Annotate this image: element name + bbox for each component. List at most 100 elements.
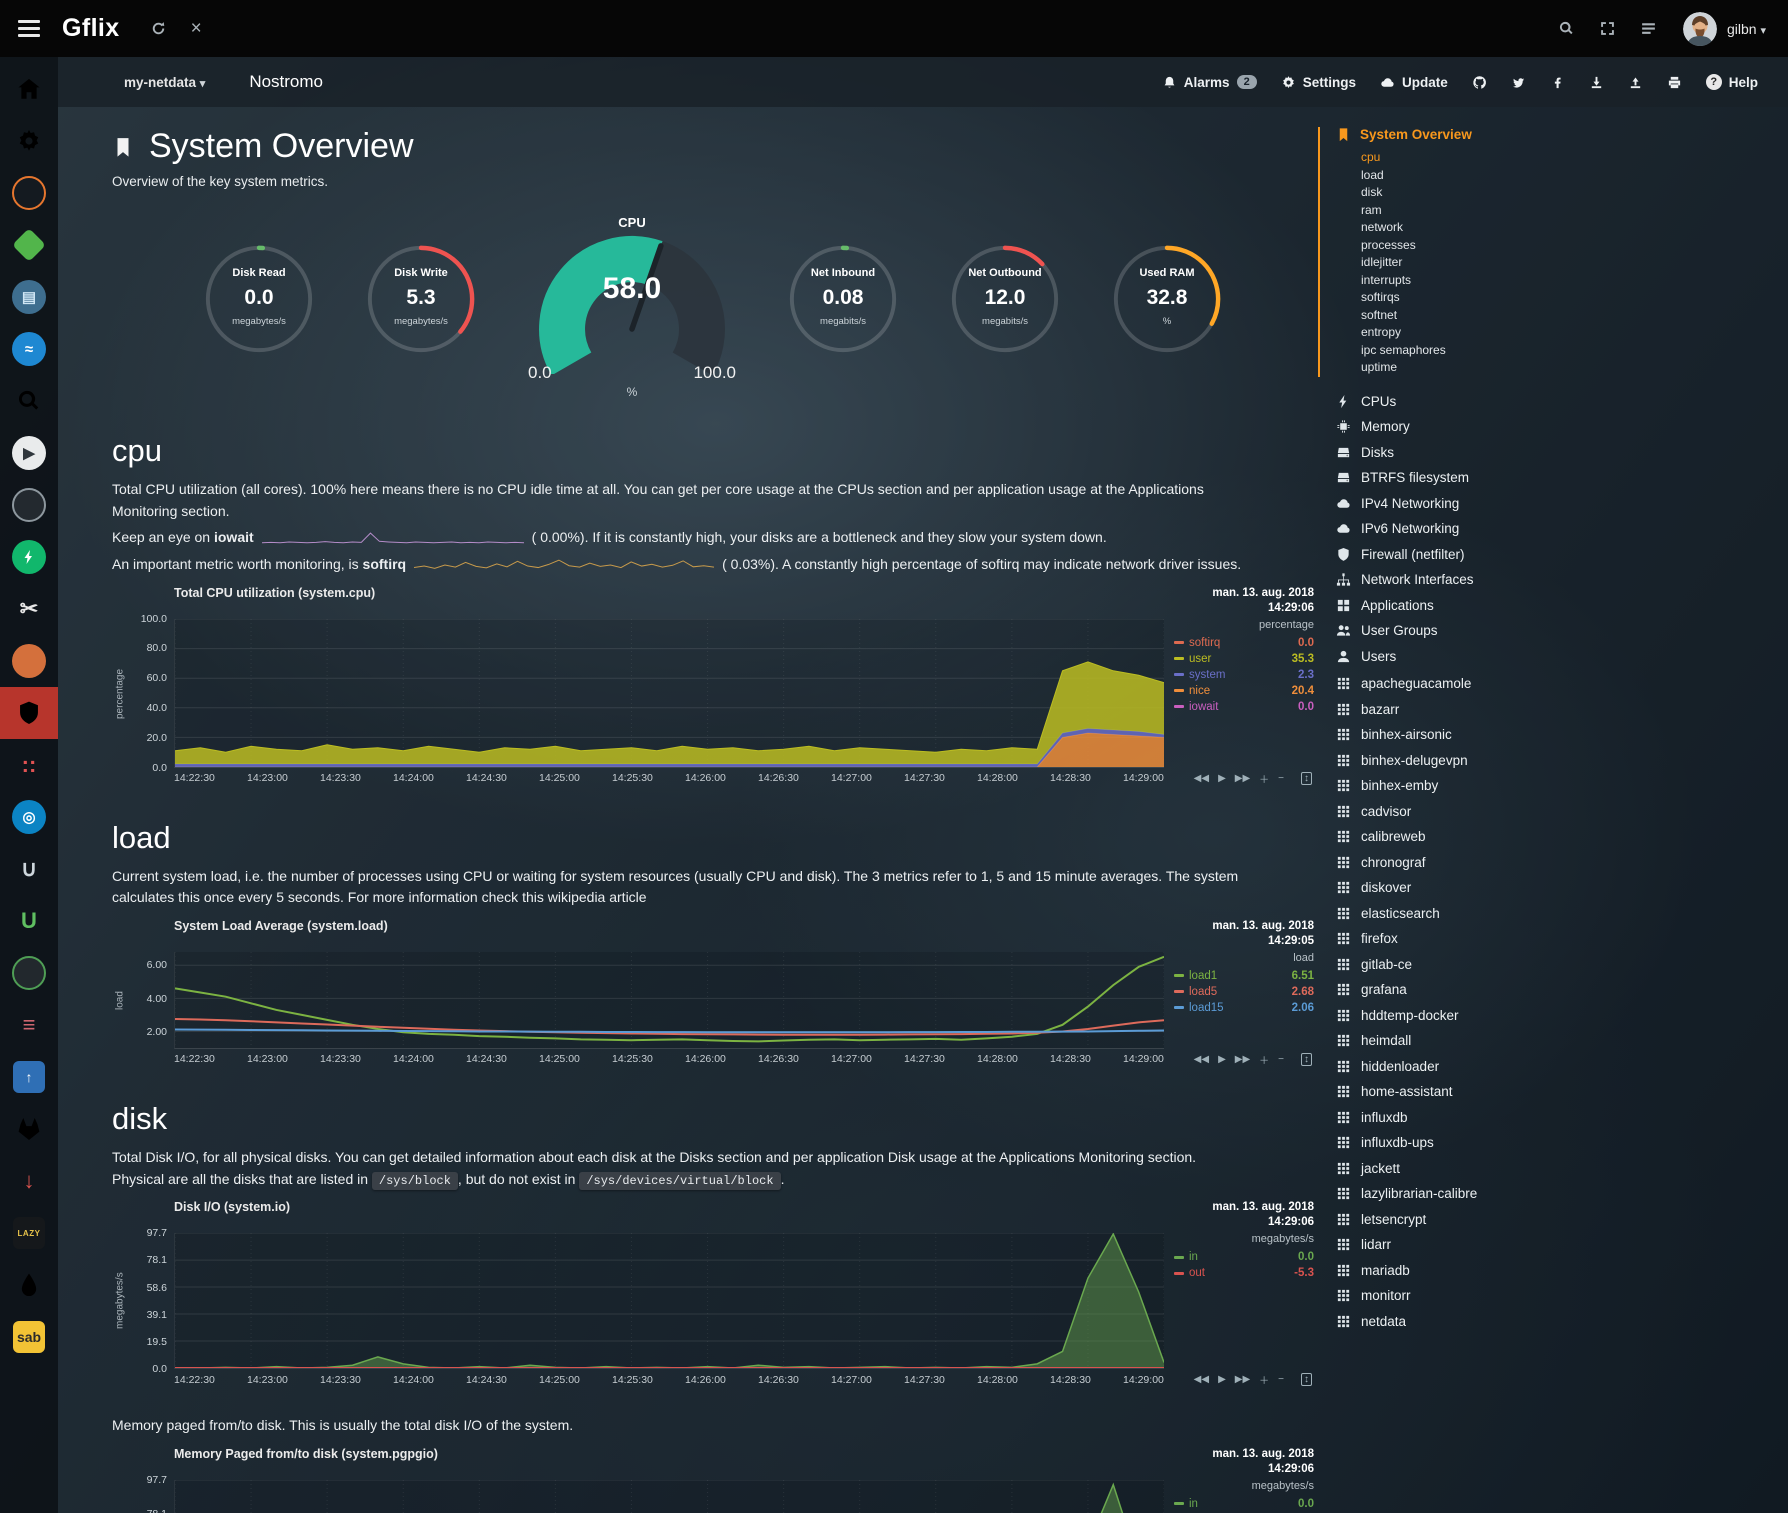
print-icon[interactable] — [1667, 75, 1682, 90]
nav-app-letsencrypt[interactable]: letsencrypt — [1336, 1207, 1588, 1233]
chart-pan-left-button[interactable]: ◀◀ — [1194, 1374, 1209, 1385]
nav-app-binhex-delugevpn[interactable]: binhex-delugevpn — [1336, 748, 1588, 774]
nav-section-memory[interactable]: Memory — [1336, 414, 1588, 440]
nav-sub-softirqs[interactable]: softirqs — [1361, 289, 1588, 307]
nav-section-ipv6-networking[interactable]: IPv6 Networking — [1336, 516, 1588, 542]
nav-sub-uptime[interactable]: uptime — [1361, 359, 1588, 377]
chart-resize-handle[interactable]: ↕ — [1301, 1053, 1312, 1066]
user-menu[interactable]: gilbn ▾ — [1727, 21, 1766, 37]
sidebar-app-docker[interactable]: ▤ — [0, 271, 58, 323]
nav-sub-entropy[interactable]: entropy — [1361, 324, 1588, 342]
nav-app-jackett[interactable]: jackett — [1336, 1156, 1588, 1182]
chart-play-button[interactable]: ▶ — [1218, 1054, 1226, 1065]
nav-app-mariadb[interactable]: mariadb — [1336, 1258, 1588, 1284]
chart-play-button[interactable]: ▶ — [1218, 773, 1226, 784]
nav-app-influxdb[interactable]: influxdb — [1336, 1105, 1588, 1131]
sidebar-app-app-download[interactable]: ↓ — [0, 1155, 58, 1207]
chart-pan-left-button[interactable]: ◀◀ — [1194, 1054, 1209, 1065]
chart-zoom-out-button[interactable]: − — [1278, 1374, 1284, 1385]
nav-app-firefox[interactable]: firefox — [1336, 926, 1588, 952]
sidebar-app-app-dark-ring[interactable] — [0, 479, 58, 531]
chart-plot-area[interactable] — [174, 952, 1164, 1049]
nav-app-heimdall[interactable]: heimdall — [1336, 1028, 1588, 1054]
chart-pan-right-button[interactable]: ▶▶ — [1235, 1054, 1250, 1065]
nav-sub-interrupts[interactable]: interrupts — [1361, 272, 1588, 290]
sidebar-app-sabnzbd[interactable]: sab — [0, 1311, 58, 1363]
chart-play-button[interactable]: ▶ — [1218, 1374, 1226, 1385]
sidebar-app-app-green-bolt[interactable] — [0, 531, 58, 583]
sidebar-app-settings[interactable] — [0, 115, 58, 167]
nav-app-grafana[interactable]: grafana — [1336, 977, 1588, 1003]
sidebar-app-app-dots[interactable]: :: — [0, 739, 58, 791]
tabs-icon[interactable] — [1640, 19, 1657, 38]
nav-sub-processes[interactable]: processes — [1361, 237, 1588, 255]
legend-item-out[interactable]: out -5.3 — [1174, 1265, 1314, 1281]
facebook-icon[interactable] — [1550, 75, 1565, 90]
chart-pan-right-button[interactable]: ▶▶ — [1235, 773, 1250, 784]
nav-sub-idlejitter[interactable]: idlejitter — [1361, 254, 1588, 272]
sidebar-app-app-lines[interactable]: ≡ — [0, 999, 58, 1051]
nav-section-applications[interactable]: Applications — [1336, 593, 1588, 619]
nav-section-cpus[interactable]: CPUs — [1336, 389, 1588, 415]
nav-app-lidarr[interactable]: lidarr — [1336, 1232, 1588, 1258]
menu-icon[interactable] — [18, 16, 40, 41]
nav-sub-softnet[interactable]: softnet — [1361, 307, 1588, 325]
nav-app-elasticsearch[interactable]: elasticsearch — [1336, 901, 1588, 927]
nav-app-calibreweb[interactable]: calibreweb — [1336, 824, 1588, 850]
sidebar-app-app-green-ring[interactable] — [0, 947, 58, 999]
sidebar-app-gitea[interactable] — [0, 635, 58, 687]
twitter-icon[interactable] — [1511, 75, 1526, 90]
fullscreen-icon[interactable] — [1599, 19, 1616, 38]
update-button[interactable]: Update — [1380, 75, 1448, 90]
sidebar-app-nextcloud[interactable]: ◎ — [0, 791, 58, 843]
sidebar-app-tautulli[interactable] — [0, 167, 58, 219]
nav-app-binhex-airsonic[interactable]: binhex-airsonic — [1336, 722, 1588, 748]
nav-section-btrfs-filesystem[interactable]: BTRFS filesystem — [1336, 465, 1588, 491]
nav-section-disks[interactable]: Disks — [1336, 440, 1588, 466]
import-icon[interactable] — [1589, 75, 1604, 90]
sidebar-app-emby[interactable] — [0, 219, 58, 271]
nav-section-ipv4-networking[interactable]: IPv4 Networking — [1336, 491, 1588, 517]
sidebar-app-gitlab[interactable] — [0, 1103, 58, 1155]
nav-app-diskover[interactable]: diskover — [1336, 875, 1588, 901]
legend-item-nice[interactable]: nice 20.4 — [1174, 683, 1314, 699]
legend-item-softirq[interactable]: softirq 0.0 — [1174, 635, 1314, 651]
chart-pan-left-button[interactable]: ◀◀ — [1194, 773, 1209, 784]
nav-app-chronograf[interactable]: chronograf — [1336, 850, 1588, 876]
sidebar-app-airsonic[interactable]: ≈ — [0, 323, 58, 375]
nav-app-apacheguacamole[interactable]: apacheguacamole — [1336, 671, 1588, 697]
chart-zoom-out-button[interactable]: − — [1278, 773, 1284, 784]
settings-button[interactable]: Settings — [1281, 75, 1356, 90]
nav-app-monitorr[interactable]: monitorr — [1336, 1283, 1588, 1309]
nav-app-binhex-emby[interactable]: binhex-emby — [1336, 773, 1588, 799]
chart-zoom-in-button[interactable]: ＋ — [1259, 1372, 1269, 1387]
nav-section-network-interfaces[interactable]: Network Interfaces — [1336, 567, 1588, 593]
sidebar-app-app-horseshoe[interactable]: ∪ — [0, 843, 58, 895]
sidebar-app-app-upload-tile[interactable]: ↑ — [0, 1051, 58, 1103]
nav-sub-ipc-semaphores[interactable]: ipc semaphores — [1361, 342, 1588, 360]
legend-item-iowait[interactable]: iowait 0.0 — [1174, 699, 1314, 715]
nav-app-gitlab-ce[interactable]: gitlab-ce — [1336, 952, 1588, 978]
legend-item-system[interactable]: system 2.3 — [1174, 667, 1314, 683]
nav-section-users[interactable]: Users — [1336, 644, 1588, 670]
legend-item-in[interactable]: in 0.0 — [1174, 1249, 1314, 1265]
sidebar-app-lazylibrarian[interactable]: LAZY — [0, 1207, 58, 1259]
chart-pan-right-button[interactable]: ▶▶ — [1235, 1374, 1250, 1385]
sidebar-app-home[interactable] — [0, 63, 58, 115]
legend-item-load1[interactable]: load1 6.51 — [1174, 968, 1314, 984]
alarms-button[interactable]: Alarms2 — [1162, 75, 1257, 90]
nav-app-cadvisor[interactable]: cadvisor — [1336, 799, 1588, 825]
export-icon[interactable] — [1628, 75, 1643, 90]
nav-app-home-assistant[interactable]: home-assistant — [1336, 1079, 1588, 1105]
chart-zoom-in-button[interactable]: ＋ — [1259, 1052, 1269, 1067]
github-icon[interactable] — [1472, 75, 1487, 90]
close-tab-icon[interactable]: × — [191, 19, 202, 38]
nav-section-user-groups[interactable]: User Groups — [1336, 618, 1588, 644]
nav-sub-cpu[interactable]: cpu — [1361, 149, 1588, 167]
chart-resize-handle[interactable]: ↕ — [1301, 1373, 1312, 1386]
sidebar-app-plex[interactable]: ▶ — [0, 427, 58, 479]
nav-sub-ram[interactable]: ram — [1361, 202, 1588, 220]
legend-item-load5[interactable]: load5 2.68 — [1174, 984, 1314, 1000]
chart-resize-handle[interactable]: ↕ — [1301, 772, 1312, 785]
nav-app-netdata[interactable]: netdata — [1336, 1309, 1588, 1335]
